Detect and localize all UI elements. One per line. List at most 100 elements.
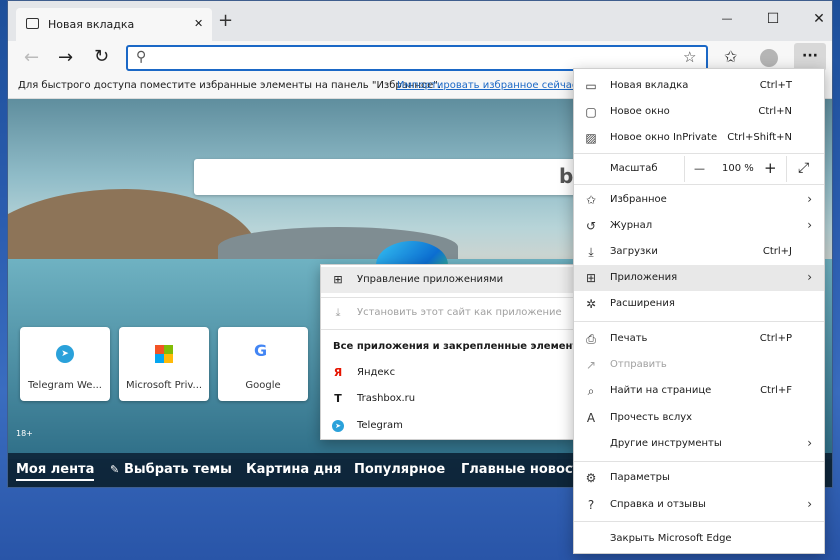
menu-item-settings[interactable]: ⚙ Параметры [574, 465, 824, 491]
news-tab-my-feed[interactable]: Моя лента [16, 462, 95, 481]
zoom-separator [684, 156, 685, 182]
chevron-right-icon: › [807, 436, 812, 450]
telegram-icon: ➤ [56, 345, 74, 363]
news-tab-choose-topics[interactable]: Выбрать темы [124, 462, 232, 477]
menu-item-new-tab[interactable]: ▭ Новая вкладка Ctrl+T [574, 73, 824, 99]
menu-label: Расширения [610, 298, 675, 309]
news-tab-headlines[interactable]: Главные новости [461, 462, 589, 477]
menu-label: Журнал [610, 220, 653, 231]
quick-link-tile[interactable]: G Google [218, 327, 308, 401]
menu-item-history[interactable]: ↺ Журнал › [574, 213, 824, 239]
menu-label: Найти на странице [610, 385, 712, 396]
help-icon: ? [587, 498, 595, 512]
divider [574, 184, 824, 185]
menu-label: Загрузки [610, 246, 658, 257]
menu-label: Новое окно [610, 106, 670, 117]
news-tab-top-picture[interactable]: Картина дня [246, 462, 341, 477]
menu-label: Прочесть вслух [610, 412, 693, 423]
quick-link-label: Microsoft Priv... [125, 380, 203, 391]
fullscreen-icon[interactable]: ⤢ [798, 160, 809, 176]
new-tab-icon: ▭ [585, 79, 597, 93]
menu-shortcut: Ctrl+P [759, 333, 792, 344]
close-window-button[interactable]: ✕ [796, 1, 832, 37]
quick-link-tile[interactable]: ➤ Telegram We... [20, 327, 110, 401]
settings-menu: ▭ Новая вкладка Ctrl+T ▢ Новое окно Ctrl… [573, 68, 825, 554]
refresh-icon[interactable]: ↻ [94, 46, 109, 67]
settings-more-button[interactable]: ··· [794, 43, 826, 71]
download-icon: ⤓ [335, 306, 341, 319]
divider [574, 461, 824, 462]
manage-apps-item[interactable]: ⊞ Управление приложениями [321, 267, 576, 293]
menu-item-extensions[interactable]: ✲ Расширения [574, 291, 824, 317]
divider [574, 521, 824, 522]
menu-item-find[interactable]: ⌕ Найти на странице Ctrl+F [574, 378, 824, 404]
back-icon[interactable]: ← [24, 47, 39, 68]
web-search-box[interactable]: b [194, 159, 582, 195]
maximize-button[interactable]: ☐ [750, 1, 796, 37]
divider [574, 321, 824, 322]
tab-page-icon [26, 18, 39, 29]
favorites-bar-hint: Для быстрого доступа поместите избранные… [18, 80, 442, 91]
tab-strip: Новая вкладка ✕ + — ☐ ✕ [8, 1, 832, 41]
app-item-yandex[interactable]: Я Яндекс [321, 360, 576, 386]
google-icon: G [254, 341, 268, 360]
install-site-item: ⤓ Установить этот сайт как приложение [321, 300, 576, 326]
menu-label: Приложения [610, 272, 678, 283]
bing-logo-icon: b [559, 164, 574, 188]
app-item-label: Trashbox.ru [357, 393, 416, 404]
divider [321, 297, 576, 298]
menu-label: Отправить [610, 359, 667, 370]
download-icon: ⤓ [588, 245, 594, 259]
menu-item-close-edge[interactable]: Закрыть Microsoft Edge [574, 526, 824, 552]
menu-item-share: ↗ Отправить [574, 352, 824, 378]
apps-submenu: ⊞ Управление приложениями ⤓ Установить э… [320, 264, 587, 440]
favorite-star-icon[interactable]: ☆ [683, 48, 696, 66]
profile-avatar[interactable] [760, 49, 778, 67]
menu-label: Печать [610, 333, 648, 344]
menu-item-apps[interactable]: ⊞ Приложения › [574, 265, 824, 291]
minimize-button[interactable]: — [704, 1, 750, 37]
trashbox-icon: T [334, 392, 342, 405]
menu-item-new-window[interactable]: ▢ Новое окно Ctrl+N [574, 99, 824, 125]
gear-icon: ⚙ [585, 471, 597, 485]
zoom-out-button[interactable]: — [694, 162, 705, 175]
menu-label: Новая вкладка [610, 80, 689, 91]
search-icon: ⚲ [136, 49, 147, 65]
app-item-trashbox[interactable]: T Trashbox.ru [321, 386, 576, 412]
read-aloud-icon: A [586, 411, 596, 425]
menu-label: Закрыть Microsoft Edge [610, 533, 732, 544]
divider [321, 329, 576, 330]
menu-item-inprivate[interactable]: ▨ Новое окно InPrivate Ctrl+Shift+N [574, 125, 824, 151]
chevron-right-icon: › [807, 218, 812, 232]
new-tab-button[interactable]: + [218, 10, 233, 31]
tab-new-tab[interactable]: Новая вкладка ✕ [16, 8, 212, 41]
apps-grid-icon: ⊞ [333, 273, 343, 286]
favorites-icon[interactable]: ✩ [724, 47, 737, 66]
app-item-label: Telegram [357, 420, 403, 431]
zoom-in-button[interactable]: + [764, 159, 777, 177]
forward-icon[interactable]: → [58, 47, 73, 68]
menu-item-more-tools[interactable]: Другие инструменты › [574, 431, 824, 457]
menu-item-print[interactable]: ⎙ Печать Ctrl+P [574, 326, 824, 352]
microsoft-icon-bottom [155, 354, 173, 363]
news-tab-popular[interactable]: Популярное [354, 462, 445, 477]
menu-shortcut: Ctrl+N [758, 106, 792, 117]
menu-item-read-aloud[interactable]: A Прочесть вслух [574, 405, 824, 431]
menu-label: Параметры [610, 472, 670, 483]
puzzle-icon: ✲ [585, 297, 597, 311]
quick-link-tile[interactable]: Microsoft Priv... [119, 327, 209, 401]
manage-apps-label: Управление приложениями [357, 274, 504, 285]
app-item-telegram[interactable]: ➤ Telegram [321, 413, 576, 439]
tab-close-icon[interactable]: ✕ [194, 17, 203, 30]
menu-item-help[interactable]: ? Справка и отзывы › [574, 492, 824, 518]
favorites-icon: ✩ [585, 193, 597, 207]
chevron-right-icon: › [807, 270, 812, 284]
zoom-value: 100 % [722, 163, 754, 174]
pencil-icon: ✎ [110, 463, 120, 476]
tab-title: Новая вкладка [48, 18, 135, 31]
menu-item-favorites[interactable]: ✩ Избранное › [574, 187, 824, 213]
printer-icon: ⎙ [586, 332, 596, 346]
menu-item-downloads[interactable]: ⤓ Загрузки Ctrl+J [574, 239, 824, 265]
new-window-icon: ▢ [585, 105, 597, 119]
import-favorites-link[interactable]: Импортировать избранное сейчас [397, 80, 577, 91]
